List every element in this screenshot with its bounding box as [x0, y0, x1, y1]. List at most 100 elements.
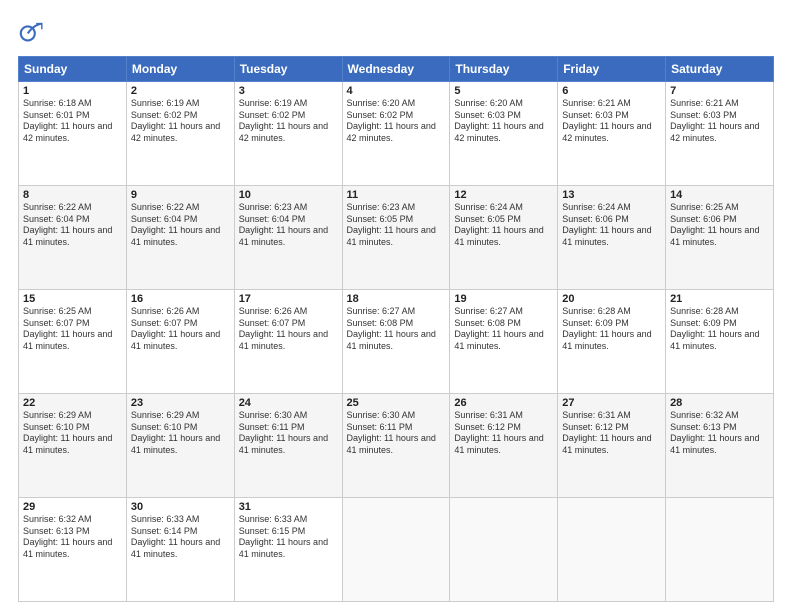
calendar-cell: 4 Sunrise: 6:20 AMSunset: 6:02 PMDayligh… [342, 82, 450, 186]
day-number: 18 [347, 293, 446, 305]
calendar-cell: 25 Sunrise: 6:30 AMSunset: 6:11 PMDaylig… [342, 394, 450, 498]
calendar-cell: 14 Sunrise: 6:25 AMSunset: 6:06 PMDaylig… [666, 186, 774, 290]
day-info: Sunrise: 6:28 AMSunset: 6:09 PMDaylight:… [670, 306, 759, 351]
day-number: 13 [562, 189, 661, 201]
calendar-cell: 8 Sunrise: 6:22 AMSunset: 6:04 PMDayligh… [19, 186, 127, 290]
day-info: Sunrise: 6:20 AMSunset: 6:02 PMDaylight:… [347, 98, 436, 143]
day-info: Sunrise: 6:18 AMSunset: 6:01 PMDaylight:… [23, 98, 112, 143]
day-number: 6 [562, 85, 661, 97]
calendar-cell: 21 Sunrise: 6:28 AMSunset: 6:09 PMDaylig… [666, 290, 774, 394]
day-number: 20 [562, 293, 661, 305]
day-header-sunday: Sunday [19, 57, 127, 82]
day-number: 27 [562, 397, 661, 409]
day-info: Sunrise: 6:25 AMSunset: 6:07 PMDaylight:… [23, 306, 112, 351]
calendar-cell: 22 Sunrise: 6:29 AMSunset: 6:10 PMDaylig… [19, 394, 127, 498]
calendar-cell: 1 Sunrise: 6:18 AMSunset: 6:01 PMDayligh… [19, 82, 127, 186]
day-info: Sunrise: 6:30 AMSunset: 6:11 PMDaylight:… [347, 410, 436, 455]
calendar-cell: 12 Sunrise: 6:24 AMSunset: 6:05 PMDaylig… [450, 186, 558, 290]
calendar-table: SundayMondayTuesdayWednesdayThursdayFrid… [18, 56, 774, 602]
calendar-cell: 24 Sunrise: 6:30 AMSunset: 6:11 PMDaylig… [234, 394, 342, 498]
day-header-tuesday: Tuesday [234, 57, 342, 82]
calendar-cell [342, 498, 450, 602]
calendar-week-1: 1 Sunrise: 6:18 AMSunset: 6:01 PMDayligh… [19, 82, 774, 186]
day-number: 4 [347, 85, 446, 97]
calendar-cell: 17 Sunrise: 6:26 AMSunset: 6:07 PMDaylig… [234, 290, 342, 394]
day-number: 14 [670, 189, 769, 201]
day-number: 12 [454, 189, 553, 201]
day-info: Sunrise: 6:29 AMSunset: 6:10 PMDaylight:… [131, 410, 220, 455]
day-info: Sunrise: 6:31 AMSunset: 6:12 PMDaylight:… [562, 410, 651, 455]
calendar-cell: 29 Sunrise: 6:32 AMSunset: 6:13 PMDaylig… [19, 498, 127, 602]
page: SundayMondayTuesdayWednesdayThursdayFrid… [0, 0, 792, 612]
calendar-week-5: 29 Sunrise: 6:32 AMSunset: 6:13 PMDaylig… [19, 498, 774, 602]
day-header-wednesday: Wednesday [342, 57, 450, 82]
day-info: Sunrise: 6:33 AMSunset: 6:15 PMDaylight:… [239, 514, 328, 559]
day-info: Sunrise: 6:30 AMSunset: 6:11 PMDaylight:… [239, 410, 328, 455]
calendar-cell: 27 Sunrise: 6:31 AMSunset: 6:12 PMDaylig… [558, 394, 666, 498]
calendar-week-3: 15 Sunrise: 6:25 AMSunset: 6:07 PMDaylig… [19, 290, 774, 394]
day-info: Sunrise: 6:32 AMSunset: 6:13 PMDaylight:… [670, 410, 759, 455]
day-header-saturday: Saturday [666, 57, 774, 82]
day-number: 15 [23, 293, 122, 305]
calendar-cell: 3 Sunrise: 6:19 AMSunset: 6:02 PMDayligh… [234, 82, 342, 186]
calendar-header-row: SundayMondayTuesdayWednesdayThursdayFrid… [19, 57, 774, 82]
day-info: Sunrise: 6:24 AMSunset: 6:05 PMDaylight:… [454, 202, 543, 247]
day-number: 8 [23, 189, 122, 201]
day-number: 16 [131, 293, 230, 305]
calendar-cell [666, 498, 774, 602]
day-info: Sunrise: 6:23 AMSunset: 6:04 PMDaylight:… [239, 202, 328, 247]
calendar-week-4: 22 Sunrise: 6:29 AMSunset: 6:10 PMDaylig… [19, 394, 774, 498]
day-number: 19 [454, 293, 553, 305]
calendar-cell: 5 Sunrise: 6:20 AMSunset: 6:03 PMDayligh… [450, 82, 558, 186]
calendar-cell: 19 Sunrise: 6:27 AMSunset: 6:08 PMDaylig… [450, 290, 558, 394]
day-header-thursday: Thursday [450, 57, 558, 82]
calendar-cell: 31 Sunrise: 6:33 AMSunset: 6:15 PMDaylig… [234, 498, 342, 602]
day-info: Sunrise: 6:27 AMSunset: 6:08 PMDaylight:… [347, 306, 436, 351]
day-header-monday: Monday [126, 57, 234, 82]
day-info: Sunrise: 6:28 AMSunset: 6:09 PMDaylight:… [562, 306, 651, 351]
day-number: 29 [23, 501, 122, 513]
day-number: 3 [239, 85, 338, 97]
calendar-week-2: 8 Sunrise: 6:22 AMSunset: 6:04 PMDayligh… [19, 186, 774, 290]
day-number: 28 [670, 397, 769, 409]
calendar-cell [558, 498, 666, 602]
day-number: 17 [239, 293, 338, 305]
calendar-cell: 9 Sunrise: 6:22 AMSunset: 6:04 PMDayligh… [126, 186, 234, 290]
day-info: Sunrise: 6:21 AMSunset: 6:03 PMDaylight:… [562, 98, 651, 143]
calendar-cell: 13 Sunrise: 6:24 AMSunset: 6:06 PMDaylig… [558, 186, 666, 290]
logo [18, 18, 50, 46]
day-info: Sunrise: 6:22 AMSunset: 6:04 PMDaylight:… [131, 202, 220, 247]
day-number: 21 [670, 293, 769, 305]
day-info: Sunrise: 6:31 AMSunset: 6:12 PMDaylight:… [454, 410, 543, 455]
day-number: 7 [670, 85, 769, 97]
day-info: Sunrise: 6:22 AMSunset: 6:04 PMDaylight:… [23, 202, 112, 247]
calendar-cell: 16 Sunrise: 6:26 AMSunset: 6:07 PMDaylig… [126, 290, 234, 394]
day-info: Sunrise: 6:32 AMSunset: 6:13 PMDaylight:… [23, 514, 112, 559]
day-info: Sunrise: 6:19 AMSunset: 6:02 PMDaylight:… [131, 98, 220, 143]
calendar-cell: 26 Sunrise: 6:31 AMSunset: 6:12 PMDaylig… [450, 394, 558, 498]
day-info: Sunrise: 6:23 AMSunset: 6:05 PMDaylight:… [347, 202, 436, 247]
day-info: Sunrise: 6:19 AMSunset: 6:02 PMDaylight:… [239, 98, 328, 143]
logo-icon [18, 18, 46, 46]
day-number: 10 [239, 189, 338, 201]
day-info: Sunrise: 6:27 AMSunset: 6:08 PMDaylight:… [454, 306, 543, 351]
header [18, 18, 774, 46]
calendar-cell [450, 498, 558, 602]
day-number: 1 [23, 85, 122, 97]
day-info: Sunrise: 6:21 AMSunset: 6:03 PMDaylight:… [670, 98, 759, 143]
calendar-cell: 11 Sunrise: 6:23 AMSunset: 6:05 PMDaylig… [342, 186, 450, 290]
calendar-cell: 2 Sunrise: 6:19 AMSunset: 6:02 PMDayligh… [126, 82, 234, 186]
calendar-cell: 18 Sunrise: 6:27 AMSunset: 6:08 PMDaylig… [342, 290, 450, 394]
day-number: 23 [131, 397, 230, 409]
calendar-cell: 20 Sunrise: 6:28 AMSunset: 6:09 PMDaylig… [558, 290, 666, 394]
day-info: Sunrise: 6:29 AMSunset: 6:10 PMDaylight:… [23, 410, 112, 455]
day-info: Sunrise: 6:24 AMSunset: 6:06 PMDaylight:… [562, 202, 651, 247]
day-number: 30 [131, 501, 230, 513]
day-number: 25 [347, 397, 446, 409]
day-info: Sunrise: 6:20 AMSunset: 6:03 PMDaylight:… [454, 98, 543, 143]
calendar-cell: 23 Sunrise: 6:29 AMSunset: 6:10 PMDaylig… [126, 394, 234, 498]
calendar-cell: 28 Sunrise: 6:32 AMSunset: 6:13 PMDaylig… [666, 394, 774, 498]
day-number: 22 [23, 397, 122, 409]
day-info: Sunrise: 6:33 AMSunset: 6:14 PMDaylight:… [131, 514, 220, 559]
day-number: 11 [347, 189, 446, 201]
